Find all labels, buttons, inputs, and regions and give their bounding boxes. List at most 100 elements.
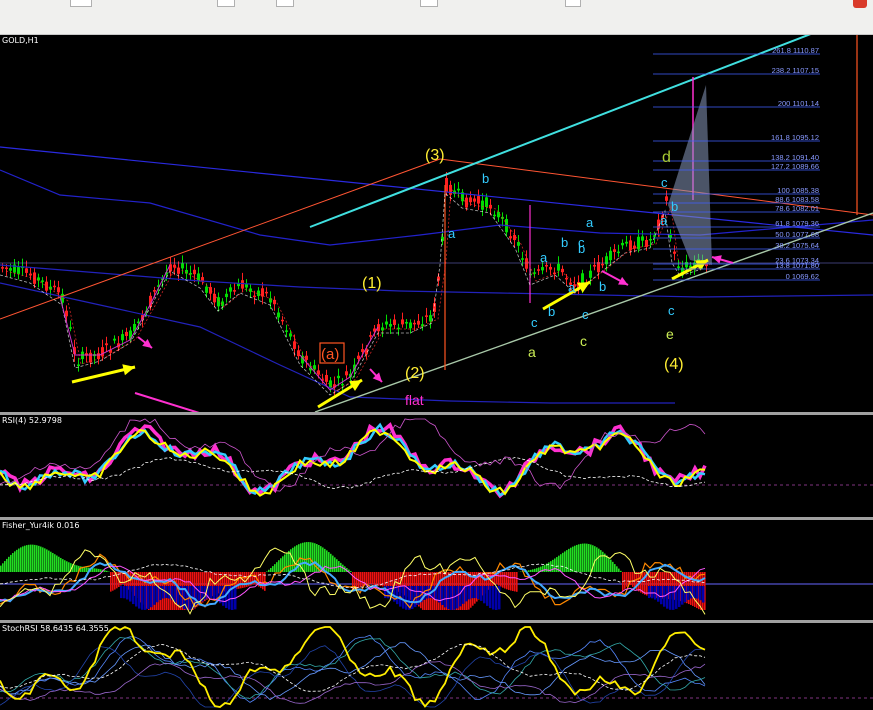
histogram-bar-red: [388, 572, 390, 588]
histogram-bar-green: [304, 542, 306, 572]
candle-body: [541, 267, 544, 271]
histogram-bar-green: [44, 548, 46, 572]
price-chart-canvas[interactable]: 261.8 1110.87 238.2 1107.15 200 1101.14 161…: [0, 35, 873, 412]
histogram-bar-green: [532, 569, 534, 572]
rsi-label: RSI(4) 52.9798: [2, 416, 62, 425]
window-title-bar: [0, 0, 873, 35]
candle-body: [53, 285, 56, 288]
histogram-bar-blue: [405, 586, 408, 610]
histogram-bar-blue: [426, 586, 429, 599]
histogram-bar-green: [22, 546, 24, 572]
histogram-bar-green: [94, 568, 96, 572]
histogram-bar-green: [544, 564, 546, 572]
histogram-bar-red: [374, 572, 376, 585]
fib-level-label: 238.2 1107.15: [772, 66, 819, 75]
histogram-bar-green: [270, 567, 272, 572]
candle-body: [181, 263, 184, 269]
histogram-bar-green: [276, 562, 278, 572]
fib-level-label: 61.8 1079.36: [775, 219, 819, 228]
histogram-bar-blue: [132, 586, 135, 605]
toolbar-tab[interactable]: [70, 0, 92, 7]
chart-overlays: [0, 35, 873, 412]
candle-body: [517, 242, 520, 246]
candle-body: [593, 264, 596, 267]
candle-body: [625, 241, 628, 244]
histogram-bar-green: [96, 568, 98, 572]
histogram-bar-blue: [144, 586, 147, 610]
histogram-bar-blue: [477, 586, 480, 600]
candle-body: [241, 280, 244, 289]
close-icon[interactable]: [853, 0, 867, 8]
wave-label-w4: (4): [664, 356, 684, 373]
histogram-bar-red: [642, 572, 644, 594]
histogram-bar-green: [612, 561, 614, 572]
candle-body: [469, 197, 472, 203]
histogram-bar-red: [624, 572, 626, 589]
histogram-bar-green: [536, 568, 538, 572]
fisher-panel[interactable]: Fisher_Yur4ik 0.016: [0, 520, 873, 620]
wave-label-d: d: [662, 149, 671, 166]
histogram-bar-green: [268, 569, 270, 572]
rsi-panel[interactable]: RSI(4) 52.9798: [0, 415, 873, 517]
stochrsi-signal: [0, 643, 706, 692]
candle-body: [69, 327, 72, 329]
histogram-bar-green: [562, 552, 564, 572]
histogram-bar-red: [514, 572, 516, 592]
price-chart-panel[interactable]: 261.8 1110.87 238.2 1107.15 200 1101.14 161…: [0, 35, 873, 412]
histogram-bar-red: [370, 572, 372, 585]
toolbar-tab[interactable]: [565, 0, 581, 7]
histogram-bar-green: [104, 570, 106, 572]
candle-body: [405, 321, 408, 324]
stochrsi-canvas: [0, 625, 873, 708]
candle-body: [113, 338, 116, 341]
histogram-bar-green: [616, 566, 618, 572]
dashed-ma: [0, 192, 706, 396]
histogram-bar-green: [326, 550, 328, 572]
histogram-bar-green: [20, 547, 22, 572]
candle-body: [213, 293, 216, 303]
histogram-bar-green: [6, 558, 8, 572]
histogram-bar-blue: [447, 586, 450, 610]
histogram-bar-green: [8, 556, 10, 572]
histogram-bar-blue: [162, 586, 165, 599]
histogram-bar-green: [618, 568, 620, 572]
toolbar-tab[interactable]: [420, 0, 438, 7]
candle-body: [153, 290, 156, 292]
toolbar-tab[interactable]: [276, 0, 294, 7]
histogram-bar-green: [48, 550, 50, 572]
candle-body: [357, 355, 360, 359]
histogram-bar-green: [554, 558, 556, 572]
histogram-bar-red: [376, 572, 378, 586]
candle-body: [653, 235, 656, 237]
candle-body: [621, 242, 624, 246]
candle-body: [609, 250, 612, 261]
histogram-bar-red: [238, 572, 240, 589]
candle-body: [557, 263, 560, 271]
histogram-bar-green: [36, 545, 38, 572]
stoch-band: [0, 642, 706, 701]
toolbar-tab[interactable]: [217, 0, 235, 7]
candle-body: [369, 335, 372, 337]
wave-label-w2: (2): [405, 365, 425, 382]
stochrsi-panel[interactable]: StochRSI 58.6435 64.3555: [0, 623, 873, 710]
fib-level-label: 261.8 1110.87: [772, 46, 819, 55]
candle-body: [525, 258, 528, 269]
histogram-bar-green: [314, 543, 316, 572]
wave-label-a1: a: [448, 226, 456, 241]
wave-label-c1: c: [531, 315, 538, 330]
candle-body: [617, 251, 620, 254]
histogram-bar-green: [286, 552, 288, 572]
histogram-bar-green: [278, 560, 280, 572]
histogram-bar-blue: [492, 586, 495, 610]
histogram-bar-green: [312, 542, 314, 572]
candle-body: [105, 343, 108, 346]
histogram-bar-blue: [660, 586, 663, 605]
histogram-bar-red: [372, 572, 374, 585]
histogram-bar-green: [32, 544, 34, 572]
wave-label-c4: c: [661, 175, 668, 190]
histogram-bar-blue: [453, 586, 456, 610]
histogram-bar-green: [30, 544, 32, 572]
candle-body: [205, 286, 208, 293]
histogram-bar-blue: [147, 586, 150, 610]
histogram-bar-green: [106, 570, 108, 572]
